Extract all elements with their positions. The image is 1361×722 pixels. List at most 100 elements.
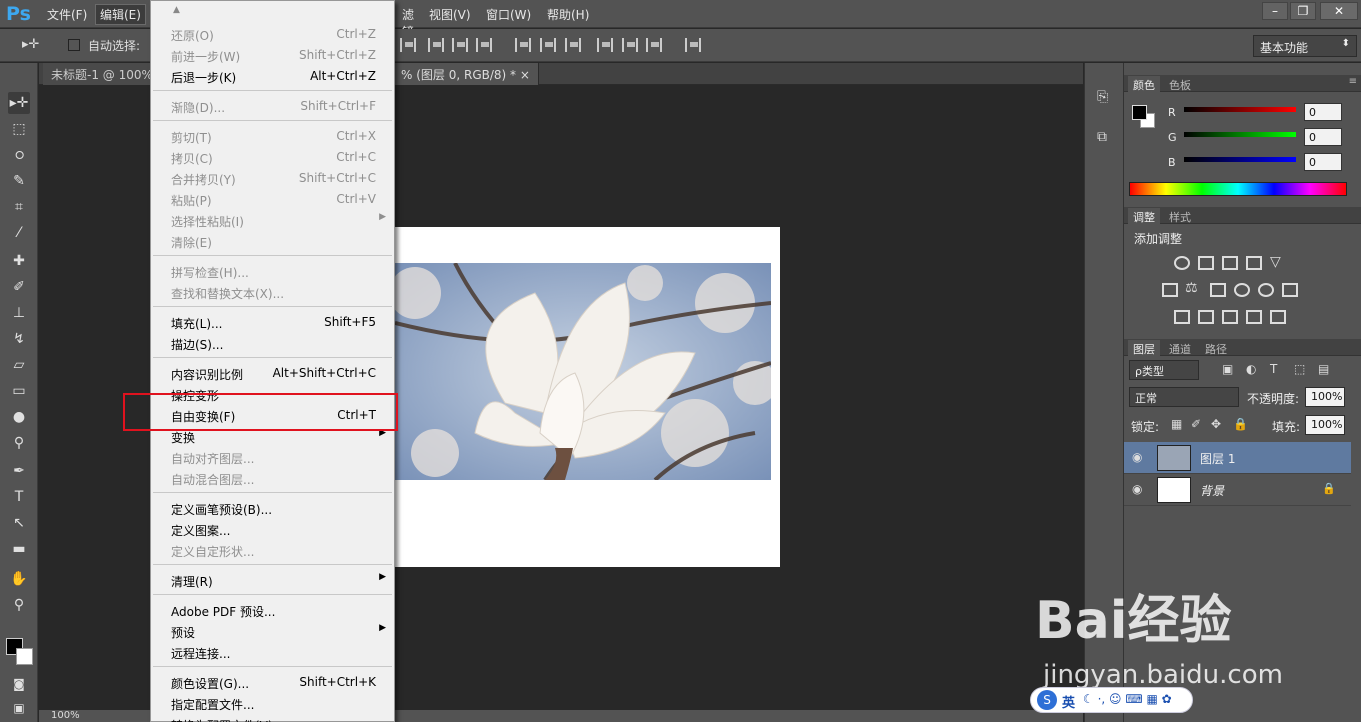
maximize-button[interactable]: ❐ (1290, 2, 1316, 20)
lasso-tool-icon[interactable]: ഠ (8, 144, 30, 166)
gradient-tool-icon[interactable]: ▭ (8, 380, 30, 402)
edit-menu-item[interactable]: 清理(R) ▶ (151, 569, 394, 590)
pen-tool-icon[interactable]: ✒ (8, 460, 30, 482)
blur-tool-icon[interactable]: ● (8, 406, 30, 428)
menu-window[interactable]: 窗口(W) (486, 6, 531, 23)
lock-move-icon[interactable]: ✥ (1211, 417, 1221, 431)
quick-select-tool-icon[interactable]: ✎ (8, 170, 30, 192)
healing-brush-tool-icon[interactable]: ✚ (8, 250, 30, 272)
edit-menu-item[interactable]: 描边(S)... (151, 332, 394, 353)
black-white-icon[interactable] (1210, 283, 1226, 297)
filter-type-icon[interactable]: T (1270, 362, 1277, 376)
color-spectrum[interactable] (1129, 182, 1347, 196)
edit-menu-item[interactable]: Adobe PDF 预设... (151, 599, 394, 620)
menu-edit[interactable]: 编辑(E) (95, 4, 146, 25)
shape-tool-icon[interactable]: ▬ (8, 538, 30, 560)
eyedropper-tool-icon[interactable]: ⁄ (8, 222, 30, 244)
vibrance-icon[interactable]: ▽ (1270, 254, 1281, 270)
invert-icon[interactable] (1174, 310, 1190, 324)
align-top-icon[interactable] (400, 38, 416, 52)
tab-image-document[interactable]: % (图层 0, RGB/8) * × (393, 63, 539, 85)
filter-adjust-icon[interactable]: ◐ (1246, 362, 1256, 376)
history-brush-tool-icon[interactable]: ↯ (8, 328, 30, 350)
history-icon[interactable]: ⎘ (1097, 89, 1108, 105)
color-balance-icon[interactable]: ⚖ (1185, 280, 1198, 296)
menu-view[interactable]: 视图(V) (429, 6, 471, 23)
visibility-eye-icon[interactable]: ◉ (1132, 450, 1142, 464)
auto-select-checkbox[interactable] (68, 39, 80, 51)
distribute-bottom-icon[interactable] (565, 38, 581, 52)
layer-row-background[interactable]: ◉ 背景 🔒 (1124, 474, 1351, 506)
edit-menu-item[interactable]: 颜色设置(G)... Shift+Ctrl+K (151, 671, 394, 692)
ime-language[interactable]: 英 (1062, 692, 1075, 711)
layer-row-layer-1[interactable]: ◉ 图层 1 (1124, 442, 1351, 474)
close-tab-icon[interactable]: × (520, 68, 530, 82)
edit-menu-item[interactable]: 内容识别比例 Alt+Shift+Ctrl+C (151, 362, 394, 383)
edit-menu-item[interactable]: 预设 ▶ (151, 620, 394, 641)
distribute-right-icon[interactable] (646, 38, 662, 52)
lock-paint-icon[interactable]: ✐ (1191, 417, 1201, 431)
edit-menu-item[interactable]: 填充(L)... Shift+F5 (151, 311, 394, 332)
lock-transparent-icon[interactable]: ▦ (1171, 417, 1182, 431)
hand-tool-icon[interactable]: ✋ (8, 568, 30, 590)
gradient-map-icon[interactable] (1270, 310, 1286, 324)
posterize-icon[interactable] (1198, 310, 1214, 324)
distribute-left-icon[interactable] (597, 38, 613, 52)
scroll-up-icon[interactable]: ▲ (173, 5, 180, 15)
quick-mask-icon[interactable]: ◙ (8, 673, 30, 695)
levels-icon[interactable] (1198, 256, 1214, 270)
auto-align-icon[interactable] (685, 38, 701, 52)
3d-icon[interactable]: ⧉ (1097, 129, 1107, 145)
color-lookup-icon[interactable] (1282, 283, 1298, 297)
exposure-icon[interactable] (1246, 256, 1262, 270)
tab-adjustments[interactable]: 调整 (1128, 208, 1160, 226)
align-vcenter-icon[interactable] (428, 38, 444, 52)
panel-menu-icon[interactable]: ≡ (1349, 76, 1357, 87)
edit-menu-item[interactable]: 定义画笔预设(B)... (151, 497, 394, 518)
tab-styles[interactable]: 样式 (1164, 208, 1196, 226)
channel-mixer-icon[interactable] (1258, 283, 1274, 297)
tab-layers[interactable]: 图层 (1128, 340, 1160, 358)
align-bottom-icon[interactable] (452, 38, 468, 52)
zoom-tool-icon[interactable]: ⚲ (8, 594, 30, 616)
blend-mode-select[interactable]: 正常 (1129, 387, 1239, 407)
filter-smart-icon[interactable]: ▤ (1318, 362, 1329, 376)
menu-file[interactable]: 文件(F) (47, 6, 87, 23)
tab-paths[interactable]: 路径 (1200, 340, 1232, 358)
edit-menu-item[interactable]: 后退一步(K) Alt+Ctrl+Z (151, 65, 394, 86)
opacity-input[interactable]: 100% (1305, 387, 1345, 407)
menu-help[interactable]: 帮助(H) (547, 6, 589, 23)
ime-logo-icon[interactable]: S (1037, 690, 1057, 710)
move-tool-icon[interactable]: ▸✛ (8, 92, 30, 114)
tab-color[interactable]: 颜色 (1128, 76, 1160, 94)
distribute-vcenter-icon[interactable] (540, 38, 556, 52)
layer-kind-filter[interactable]: ρ类型 (1129, 360, 1199, 380)
tab-swatches[interactable]: 色板 (1164, 76, 1196, 94)
distribute-hcenter-icon[interactable] (622, 38, 638, 52)
stamp-tool-icon[interactable]: ⊥ (8, 302, 30, 324)
eraser-tool-icon[interactable]: ▱ (8, 354, 30, 376)
distribute-top-icon[interactable] (515, 38, 531, 52)
threshold-icon[interactable] (1222, 310, 1238, 324)
brightness-icon[interactable] (1174, 256, 1190, 270)
b-slider[interactable] (1184, 157, 1296, 162)
photo-filter-icon[interactable] (1234, 283, 1250, 297)
g-value-input[interactable]: 0 (1304, 128, 1342, 146)
filter-pixel-icon[interactable]: ▣ (1222, 362, 1233, 376)
filter-shape-icon[interactable]: ⬚ (1294, 362, 1305, 376)
curves-icon[interactable] (1222, 256, 1238, 270)
foreground-swatch[interactable] (1132, 105, 1147, 120)
screen-mode-icon[interactable]: ▣ (8, 697, 30, 719)
background-color-swatch[interactable] (16, 648, 33, 665)
lock-all-icon[interactable]: 🔒 (1233, 417, 1248, 431)
g-slider[interactable] (1184, 132, 1296, 137)
minimize-button[interactable]: – (1262, 2, 1288, 20)
marquee-tool-icon[interactable]: ⬚ (8, 118, 30, 140)
edit-menu-item[interactable]: 远程连接... (151, 641, 394, 662)
selective-color-icon[interactable] (1246, 310, 1262, 324)
dodge-tool-icon[interactable]: ⚲ (8, 432, 30, 454)
edit-menu-item[interactable]: 转换为配置文件(V)... (151, 713, 394, 722)
visibility-eye-icon[interactable]: ◉ (1132, 482, 1142, 496)
r-slider[interactable] (1184, 107, 1296, 112)
crop-tool-icon[interactable]: ⌗ (8, 196, 30, 218)
